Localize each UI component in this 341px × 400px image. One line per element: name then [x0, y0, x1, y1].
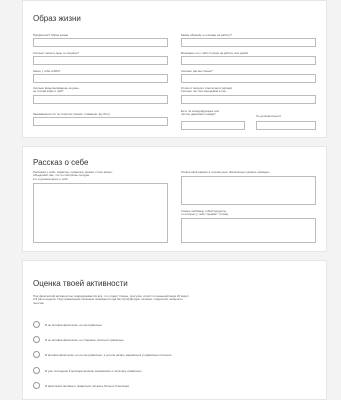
lifestyle-card: Образ жизни Профессия? Образ жизни Каким… — [22, 0, 327, 138]
radio-button[interactable] — [33, 382, 40, 389]
products-textarea[interactable] — [181, 218, 316, 243]
about-card: Рассказ о себе Расскажи о себе, характер… — [22, 146, 327, 252]
activity-title: Оценка твоей активности — [33, 279, 128, 288]
products-label: Самые любимые тобой продукты, от которых… — [181, 209, 229, 217]
sleep-label: Отказ от мясного и молочного (кроме) Ско… — [181, 86, 233, 94]
activity-description: Под физической активностью подразумевает… — [33, 294, 189, 305]
work-label: Есть ли конкурирующее или чистое давлени… — [181, 109, 219, 117]
profession-label: Профессия? Образ жизни — [33, 33, 69, 37]
option-label: Я уже последние 6 месяцев активно занима… — [45, 368, 142, 373]
profession-input[interactable] — [33, 38, 168, 47]
diet-label: Сколько воды выпиваешь за день, не счита… — [33, 86, 80, 94]
activity-card: Оценка твоей активности Под физической а… — [22, 260, 327, 400]
sleep-input[interactable] — [181, 95, 316, 104]
commute-label: Каким образом ты основы на работу? — [181, 33, 232, 37]
prefer-textarea[interactable] — [181, 176, 316, 205]
prefer-label: Опиши свой рацион в течении дня. Желател… — [181, 170, 270, 174]
stairs-label: Возможно ли у тебя ступени на работе или… — [181, 51, 249, 55]
work-input[interactable] — [181, 121, 245, 130]
story-textarea[interactable] — [33, 183, 168, 243]
activity-option-3[interactable]: Я активна физически, но не ем правильно,… — [33, 350, 171, 359]
activity-option-4[interactable]: Я уже последние 6 месяцев активно занима… — [33, 366, 142, 375]
radio-button[interactable] — [33, 351, 40, 358]
lifestyle-title: Образ жизни — [33, 14, 81, 23]
pets-input[interactable] — [181, 74, 316, 83]
activity-option-5[interactable]: Я физически активна и правильно питаюсь … — [33, 381, 129, 390]
option-label: Я активна физически, но не ем правильно,… — [45, 352, 172, 357]
hobby-input[interactable] — [33, 74, 168, 83]
radio-button[interactable] — [33, 367, 40, 374]
hobby-label: Какое у тебя хобби? — [33, 69, 61, 73]
radio-button[interactable] — [33, 336, 40, 343]
activity-option-1[interactable]: Я не активна физически, не ем правильно — [33, 320, 102, 329]
stairs-input[interactable] — [181, 56, 316, 65]
preg-label: Ты допонительно? — [256, 114, 282, 118]
hours-label: Сколько часов в день ты сидишь? — [33, 51, 79, 55]
hours-input[interactable] — [33, 56, 168, 65]
about-title: Рассказ о себе — [33, 158, 89, 167]
sport-label: Занимаешься ли ты спортом (теннис, плава… — [33, 112, 110, 116]
preg-input[interactable] — [256, 121, 316, 130]
radio-button[interactable] — [33, 321, 40, 328]
commute-input[interactable] — [181, 38, 316, 47]
activity-option-2[interactable]: Я не активна физически, но стараюсь пита… — [33, 335, 124, 344]
pets-label: Сколько раз вы спишь? — [181, 69, 213, 73]
option-label: Я физически активна и правильно питаюсь … — [45, 383, 129, 388]
option-label: Я не активна физически, не ем правильно — [45, 322, 102, 327]
diet-input[interactable] — [33, 95, 168, 104]
sport-input[interactable] — [33, 117, 168, 126]
story-label: Расскажи о себе, характер, привычки, реж… — [33, 170, 113, 181]
option-label: Я не активна физически, но стараюсь пита… — [45, 337, 124, 342]
